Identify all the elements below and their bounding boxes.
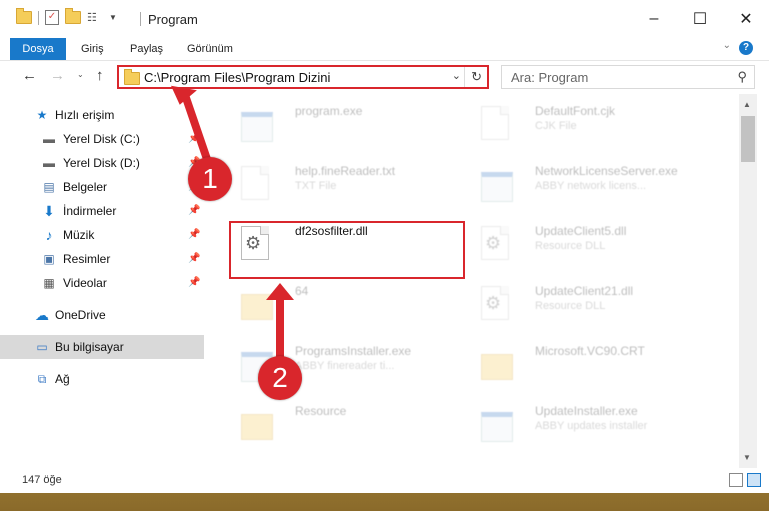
annotation-arrows [171, 85, 294, 358]
step-1-badge: 1 [188, 157, 232, 201]
arrow-2-head [266, 283, 294, 300]
arrow-1-shaft [180, 90, 213, 167]
step-2-badge: 2 [258, 356, 302, 400]
